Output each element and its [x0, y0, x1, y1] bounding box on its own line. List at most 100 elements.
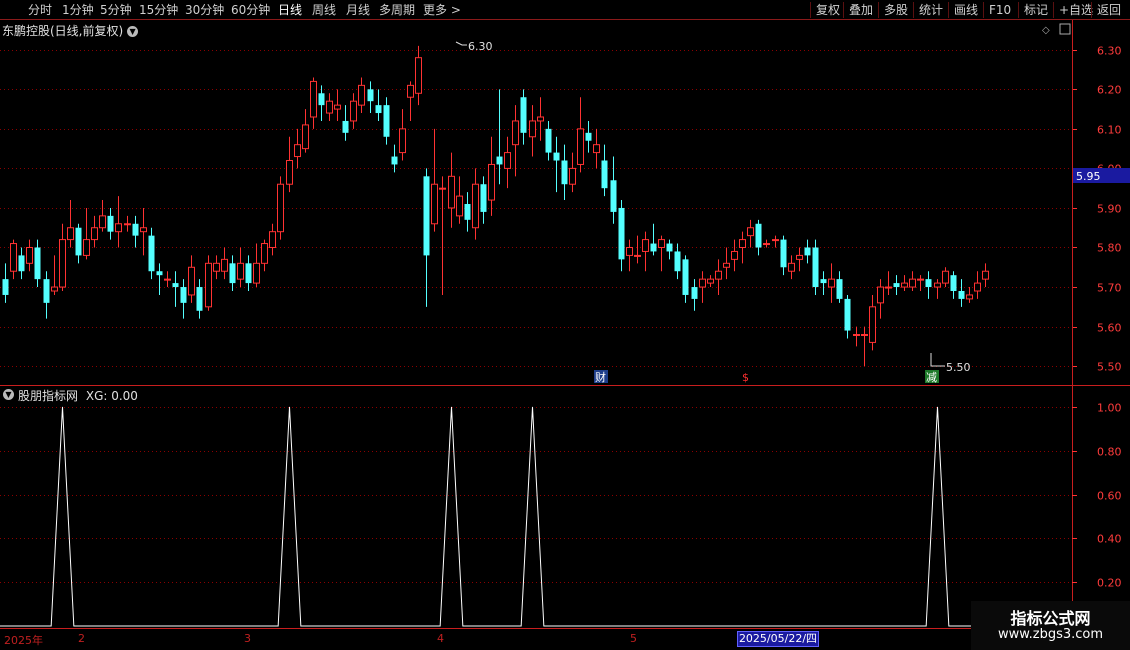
- restore-rights-button[interactable]: 复权: [810, 2, 840, 18]
- candle-body: [350, 100, 357, 122]
- candle-body: [626, 247, 633, 256]
- candle-body: [456, 195, 463, 217]
- tab-15min[interactable]: 15分钟: [139, 2, 178, 18]
- financial-marker[interactable]: 财: [595, 370, 606, 384]
- candle-body: [869, 306, 876, 343]
- candle-body: [974, 282, 981, 292]
- cursor-date: 2025/05/22/四: [737, 631, 819, 647]
- candle-body: [885, 286, 892, 289]
- candle-body: [383, 105, 390, 137]
- candle-body: [650, 243, 657, 252]
- tab-5min[interactable]: 5分钟: [100, 2, 132, 18]
- candle-body: [861, 334, 868, 336]
- back-button[interactable]: 返回: [1091, 2, 1121, 18]
- tab-30min[interactable]: 30分钟: [185, 2, 224, 18]
- candle-body: [156, 271, 163, 276]
- candle-body: [18, 255, 25, 272]
- watermark-title: 指标公式网: [1010, 609, 1091, 628]
- tab-monthly[interactable]: 月线: [346, 2, 370, 18]
- candle-body: [423, 176, 430, 256]
- candle-body: [132, 223, 139, 236]
- tab-more[interactable]: 更多 >: [423, 2, 461, 18]
- time-label-may: 5: [630, 632, 637, 645]
- tab-multi-period[interactable]: 多周期: [379, 2, 415, 18]
- time-label-year: 2025年: [4, 634, 43, 647]
- candle-body: [221, 258, 228, 272]
- candle-body: [334, 104, 341, 110]
- price-tick-label: 6.10: [1097, 124, 1122, 137]
- tab-weekly[interactable]: 周线: [312, 2, 336, 18]
- watermark-url: www.zbgs3.com: [997, 627, 1104, 642]
- add-watchlist-button[interactable]: +自选: [1053, 2, 1093, 18]
- price-tick-label: 6.00: [1097, 163, 1122, 176]
- candle-body: [326, 100, 333, 114]
- candle-body: [496, 156, 503, 165]
- candle-body: [2, 279, 9, 295]
- candle-body: [950, 275, 957, 291]
- reduce-marker[interactable]: 减: [926, 371, 937, 384]
- indicator-menu-icon[interactable]: ▼: [3, 389, 14, 400]
- f10-button[interactable]: F10: [983, 2, 1011, 18]
- candle-body: [674, 251, 681, 272]
- candle-body: [812, 247, 819, 288]
- candle-body: [569, 167, 576, 185]
- price-tick-label: 5.60: [1097, 322, 1122, 335]
- price-tick-label: 6.30: [1097, 45, 1122, 58]
- candle-body: [520, 97, 527, 133]
- statistics-button[interactable]: 统计: [913, 2, 943, 18]
- overlay-button[interactable]: 叠加: [843, 2, 873, 18]
- mark-button[interactable]: 标记: [1018, 2, 1048, 18]
- indicator-axis: 0.20 0.40 0.60 0.80 1.00: [1072, 402, 1122, 590]
- period-toolbar: 分时 1分钟 5分钟 15分钟 30分钟 60分钟 日线 周线 月线 多周期 更…: [0, 0, 1130, 20]
- indicator-name: 股朋指标网: [18, 389, 79, 403]
- current-price-label: 5.95: [1076, 170, 1101, 183]
- candle-body: [601, 160, 608, 189]
- candle-body: [448, 175, 455, 209]
- candle-body: [780, 239, 787, 268]
- panel-toggle-icon[interactable]: [1059, 23, 1071, 35]
- candle-body: [140, 227, 147, 233]
- candle-body: [342, 120, 349, 133]
- tab-daily[interactable]: 日线: [278, 2, 302, 18]
- candle-body: [43, 279, 50, 303]
- multi-stock-button[interactable]: 多股: [878, 2, 908, 18]
- tab-60min[interactable]: 60分钟: [231, 2, 270, 18]
- candle-body: [853, 334, 860, 336]
- candle-body: [75, 227, 82, 256]
- diamond-icon[interactable]: ◇: [1042, 25, 1050, 36]
- candle-body: [658, 239, 665, 249]
- high-pointer: [455, 41, 467, 46]
- watermark: 指标公式网 www.zbgs3.com: [971, 601, 1130, 650]
- candle-body: [618, 207, 625, 260]
- candle-body: [553, 152, 560, 161]
- candle-body: [804, 247, 811, 256]
- indicator-grid: [0, 407, 1072, 583]
- dividend-marker[interactable]: $: [742, 371, 749, 384]
- candle-body: [91, 227, 98, 241]
- chevron-down-icon[interactable]: ▼: [127, 26, 139, 37]
- time-label-feb: 2: [78, 632, 85, 645]
- candle-body: [99, 215, 106, 229]
- price-tick-label: 5.50: [1097, 361, 1122, 374]
- candlestick-series: [2, 45, 989, 367]
- candle-body: [707, 278, 714, 284]
- price-axis: 5.50 5.60 5.70 5.80 5.90 6.00 6.10 6.20 6.30: [1072, 45, 1122, 374]
- candle-body: [966, 294, 973, 300]
- candle-body: [917, 278, 924, 281]
- candle-body: [51, 286, 58, 292]
- tab-1min[interactable]: 1分钟: [62, 2, 94, 18]
- candle-body: [34, 247, 41, 280]
- candle-body: [302, 124, 309, 150]
- candle-body: [909, 278, 916, 288]
- candle-body: [480, 184, 487, 212]
- candle-body: [229, 263, 236, 284]
- main-grid: [0, 50, 1072, 367]
- price-tick-label: 6.20: [1097, 84, 1122, 97]
- draw-line-button[interactable]: 画线: [948, 2, 978, 18]
- candle-body: [286, 160, 293, 185]
- low-pointer: [930, 353, 945, 367]
- indicator-tick-label: 1.00: [1097, 402, 1122, 415]
- candle-body: [820, 279, 827, 284]
- candle-body: [10, 243, 17, 272]
- tab-intraday[interactable]: 分时: [28, 2, 52, 18]
